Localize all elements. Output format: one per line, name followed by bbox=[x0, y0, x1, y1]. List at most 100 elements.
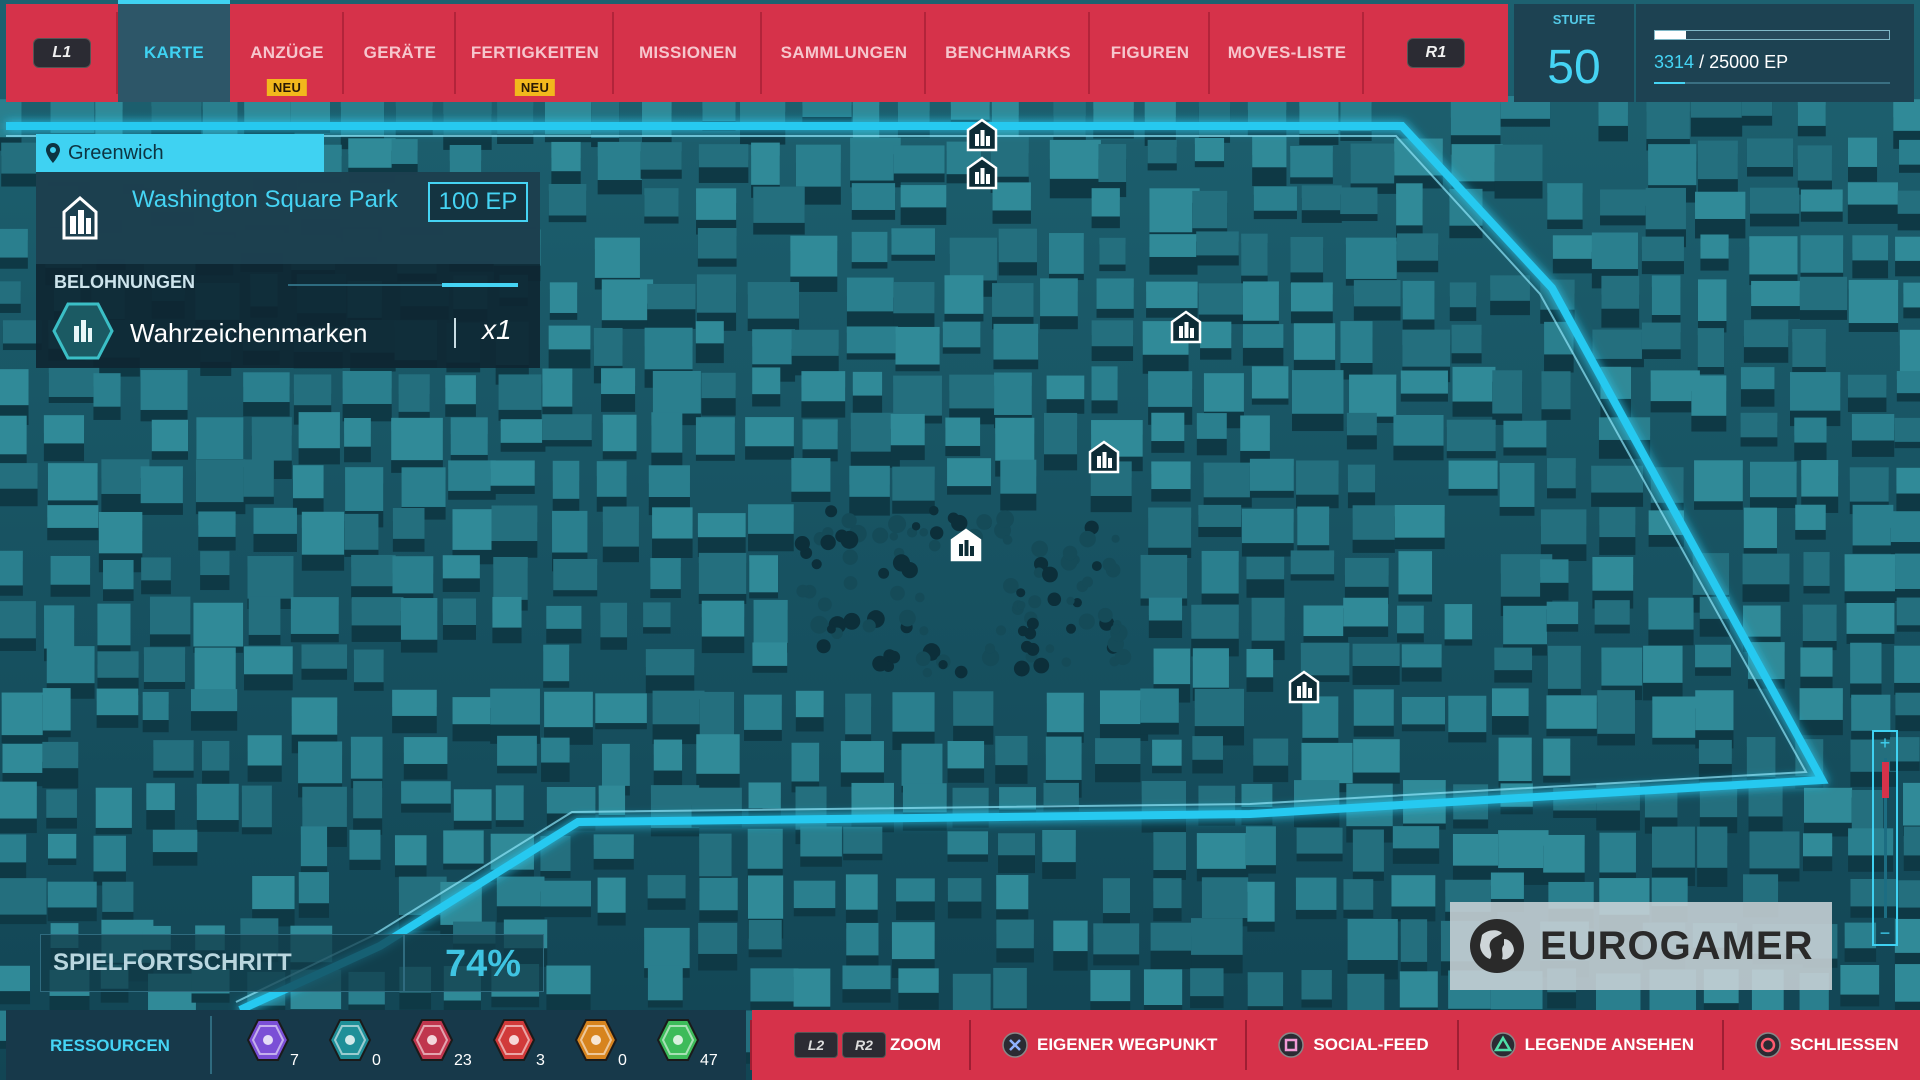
cross-button-icon bbox=[1002, 1032, 1028, 1058]
tab-label: FIGUREN bbox=[1110, 43, 1190, 62]
level-label: STUFE bbox=[1552, 12, 1596, 27]
game-progress: SPIELFORTSCHRITT 74% bbox=[40, 934, 544, 992]
zoom-handle[interactable] bbox=[1882, 762, 1889, 798]
circle-button-icon bbox=[1755, 1032, 1781, 1058]
research-token-icon bbox=[246, 1019, 290, 1061]
backpack-token-icon bbox=[410, 1019, 454, 1061]
tab-figuren[interactable]: FIGUREN bbox=[1090, 4, 1210, 102]
tab-anzuege[interactable]: ANZÜGE NEU bbox=[230, 4, 344, 102]
l1-button-slot[interactable]: L1 bbox=[6, 4, 118, 102]
l1-button[interactable]: L1 bbox=[33, 38, 91, 68]
progress-label: SPIELFORTSCHRITT bbox=[53, 949, 292, 976]
landmark-token-icon bbox=[328, 1019, 372, 1061]
resource-token: 3 bbox=[492, 1018, 562, 1072]
rewards-divider bbox=[288, 283, 518, 287]
tab-label: MOVES-LISTE bbox=[1227, 43, 1347, 62]
zoom-label: ZOOM bbox=[890, 1035, 941, 1054]
reward-name: Wahrzeichenmarken bbox=[130, 318, 368, 348]
zoom-out-icon[interactable]: − bbox=[1874, 924, 1896, 942]
tab-label: FERTIGKEITEN bbox=[470, 43, 600, 62]
tab-label: MISSIONEN bbox=[638, 43, 738, 62]
xp-readout: 3314 / 25000 EP bbox=[1654, 52, 1788, 73]
resource-count: 0 bbox=[372, 1052, 381, 1069]
xp-progress-bar bbox=[1654, 82, 1890, 84]
resource-count: 7 bbox=[290, 1052, 299, 1069]
eurogamer-watermark: EUROGAMER bbox=[1450, 902, 1832, 990]
legend-control[interactable]: LEGENDE ANSEHEN bbox=[1459, 1010, 1725, 1080]
resource-count: 3 bbox=[536, 1052, 545, 1069]
xp-box: 3314 / 25000 EP bbox=[1636, 4, 1914, 102]
resources-divider bbox=[210, 1016, 212, 1074]
r1-button[interactable]: R1 bbox=[1407, 38, 1465, 68]
reward-quantity: x1 bbox=[482, 314, 512, 345]
close-label: SCHLIESSEN bbox=[1790, 1035, 1899, 1054]
landmark-token-icon bbox=[52, 302, 114, 360]
landmark-header: Washington Square Park 100 EP bbox=[36, 172, 540, 264]
xp-total: / 25000 EP bbox=[1699, 52, 1789, 72]
resource-token: 7 bbox=[246, 1018, 316, 1072]
resource-token: 0 bbox=[328, 1018, 398, 1072]
resource-token: 23 bbox=[410, 1018, 480, 1072]
landmark-name: Washington Square Park bbox=[132, 186, 398, 213]
resource-token: 47 bbox=[656, 1018, 726, 1072]
new-badge: NEU bbox=[266, 79, 308, 96]
controls-bar: L2 R2 ZOOM EIGENER WEGPUNKT SOCIAL-FEED … bbox=[750, 1010, 1920, 1080]
r2-button[interactable]: R2 bbox=[842, 1032, 886, 1058]
zoom-slider[interactable]: + − bbox=[1872, 730, 1898, 946]
zoom-in-icon[interactable]: + bbox=[1874, 734, 1896, 752]
tab-missionen[interactable]: MISSIONEN bbox=[614, 4, 762, 102]
landmark-icon bbox=[62, 196, 98, 240]
square-button-icon bbox=[1278, 1032, 1305, 1058]
bottom-bar: RESSOURCEN 7 0 23 3 0 47 L2 R2 ZOOM EIGENER W… bbox=[0, 1010, 1920, 1080]
new-badge: NEU bbox=[514, 79, 556, 96]
waypoint-control[interactable]: EIGENER WEGPUNKT bbox=[971, 1010, 1248, 1080]
tab-karte[interactable]: KARTE bbox=[118, 0, 230, 102]
watermark-text: EUROGAMER bbox=[1540, 923, 1814, 968]
legend-label: LEGENDE ANSEHEN bbox=[1524, 1035, 1695, 1054]
tab-fertigkeiten[interactable]: FERTIGKEITEN NEU bbox=[456, 4, 614, 102]
location-pin-icon bbox=[46, 143, 60, 163]
xp-top-bar bbox=[1654, 30, 1890, 40]
xp-top-bar-fill bbox=[1655, 31, 1687, 39]
level-box: STUFE 50 bbox=[1514, 4, 1634, 102]
rewards-label: BELOHNUNGEN bbox=[54, 272, 196, 292]
landmark-info-panel: Washington Square Park 100 EP BELOHNUNGE… bbox=[36, 172, 540, 368]
resource-count: 23 bbox=[454, 1052, 472, 1069]
resource-token: 0 bbox=[574, 1018, 644, 1072]
top-menu-bar: L1 KARTE ANZÜGE NEU GERÄTE FERTIGKEITEN NE… bbox=[0, 0, 1920, 103]
resources-label: RESSOURCEN bbox=[50, 1036, 170, 1055]
resource-count: 47 bbox=[700, 1052, 718, 1069]
r1-button-slot[interactable]: R1 bbox=[1364, 4, 1508, 102]
tab-label: BENCHMARKS bbox=[945, 43, 1071, 62]
tab-sammlungen[interactable]: SAMMLUNGEN bbox=[762, 4, 926, 102]
challenge-token-icon bbox=[574, 1019, 618, 1061]
progress-percent: 74% bbox=[444, 943, 521, 985]
tab-label: GERÄTE bbox=[363, 43, 437, 62]
base-token-icon bbox=[656, 1019, 700, 1061]
resources-bar: RESSOURCEN 7 0 23 3 0 47 bbox=[6, 1010, 746, 1080]
tab-moves-liste[interactable]: MOVES-LISTE bbox=[1210, 4, 1364, 102]
crime-token-icon bbox=[492, 1019, 536, 1061]
xp-reward-badge: 100 EP bbox=[428, 182, 528, 222]
resource-count: 0 bbox=[618, 1052, 627, 1069]
social-control[interactable]: SOCIAL-FEED bbox=[1247, 1010, 1459, 1080]
triangle-button-icon bbox=[1489, 1032, 1516, 1058]
level-value: 50 bbox=[1547, 41, 1601, 94]
district-name: Greenwich bbox=[68, 141, 164, 164]
progress-divider bbox=[403, 934, 405, 992]
close-control[interactable]: SCHLIESSEN bbox=[1724, 1010, 1917, 1080]
zoom-control[interactable]: L2 R2 ZOOM bbox=[752, 1010, 971, 1080]
xp-progress-fill bbox=[1654, 82, 1686, 84]
district-header: Greenwich bbox=[36, 134, 324, 172]
tab-geraete[interactable]: GERÄTE bbox=[344, 4, 456, 102]
tab-label: ANZÜGE bbox=[250, 43, 324, 62]
l2-button[interactable]: L2 bbox=[794, 1032, 838, 1058]
tab-benchmarks[interactable]: BENCHMARKS bbox=[926, 4, 1090, 102]
tab-label: SAMMLUNGEN bbox=[780, 43, 908, 62]
tab-bar: L1 KARTE ANZÜGE NEU GERÄTE FERTIGKEITEN NE… bbox=[6, 0, 1508, 102]
tab-label: KARTE bbox=[143, 43, 205, 62]
social-label: SOCIAL-FEED bbox=[1313, 1035, 1429, 1054]
xp-current: 3314 bbox=[1654, 52, 1695, 72]
reward-divider bbox=[454, 318, 456, 348]
globe-logo-icon bbox=[1470, 919, 1524, 973]
